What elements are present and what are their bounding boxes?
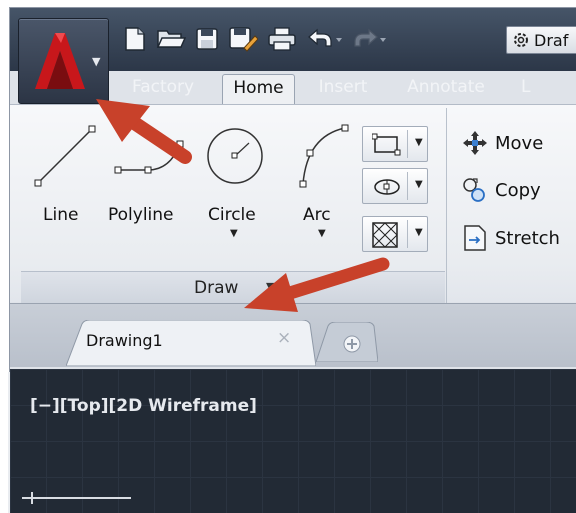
line-tool-label[interactable]: Line <box>43 205 78 225</box>
arc-icon[interactable] <box>293 122 353 192</box>
autocad-window: Draf Factory Home Insert Annotate L ▼ Li… <box>9 7 576 513</box>
tab-label: Annotate <box>407 77 485 97</box>
tab-home[interactable]: Home <box>222 74 295 104</box>
tab-label: L <box>521 77 531 97</box>
line-icon[interactable] <box>32 123 102 193</box>
circle-dropdown-icon[interactable]: ▼ <box>230 228 238 239</box>
copy-button[interactable]: Copy <box>461 175 541 205</box>
tab-insert[interactable]: Insert <box>295 74 391 104</box>
tab-label: Home <box>233 77 284 98</box>
move-icon <box>463 131 487 155</box>
stretch-button[interactable]: Stretch <box>461 223 560 253</box>
autocad-logo-icon <box>35 33 85 89</box>
workspace-label: Draf <box>534 30 569 50</box>
save-as-icon[interactable] <box>226 24 260 54</box>
move-button[interactable]: Move <box>461 128 543 158</box>
tab-label: Insert <box>318 77 368 97</box>
chevron-down-icon[interactable]: ▼ <box>415 137 423 148</box>
workspace-switcher[interactable]: Draf <box>506 26 576 54</box>
polyline-tool-label[interactable]: Polyline <box>108 205 174 225</box>
stretch-icon <box>464 225 486 251</box>
tab-annotate[interactable]: Annotate <box>391 74 501 104</box>
open-folder-icon[interactable] <box>154 24 188 54</box>
hatch-button[interactable]: ▼ <box>362 216 428 252</box>
new-tab-button[interactable] <box>316 322 378 362</box>
polyline-icon[interactable] <box>110 134 202 184</box>
copy-label: Copy <box>495 179 541 201</box>
file-tab-label[interactable]: Drawing1 <box>86 331 163 350</box>
ucs-x-axis <box>22 497 131 499</box>
chevron-down-icon[interactable]: ▼ <box>415 179 423 190</box>
plus-icon <box>343 335 361 353</box>
viewport-controls[interactable]: [−][Top][2D Wireframe] <box>30 396 257 416</box>
chevron-down-icon: ▼ <box>266 280 275 293</box>
tab-label: Factory <box>132 77 195 97</box>
tab-factory[interactable]: Factory <box>132 74 218 104</box>
arc-dropdown-icon[interactable]: ▼ <box>318 228 326 239</box>
arc-tool-label[interactable]: Arc <box>303 205 331 225</box>
stretch-label: Stretch <box>495 227 560 249</box>
new-file-icon[interactable] <box>120 24 150 54</box>
draw-panel-title-bar[interactable]: Draw ▼ <box>21 271 445 303</box>
panel-divider <box>446 108 447 303</box>
drawing-canvas[interactable] <box>10 369 576 513</box>
canvas-left-edge <box>8 372 10 513</box>
undo-icon[interactable] <box>304 24 344 54</box>
ucs-origin <box>31 492 33 504</box>
circle-icon[interactable] <box>202 125 272 187</box>
circle-tool-label[interactable]: Circle <box>208 205 256 225</box>
close-icon[interactable]: × <box>277 328 291 348</box>
save-icon[interactable] <box>192 24 222 54</box>
plot-printer-icon[interactable] <box>264 24 300 54</box>
ellipse-icon <box>374 179 400 195</box>
rectangle-button[interactable]: ▼ <box>362 126 428 162</box>
ellipse-button[interactable]: ▼ <box>362 168 428 204</box>
application-menu-button[interactable]: ▼ <box>18 18 109 104</box>
chevron-down-icon[interactable]: ▼ <box>415 227 423 238</box>
hatch-icon <box>372 222 398 248</box>
rectangle-icon <box>372 133 401 156</box>
chevron-down-icon: ▼ <box>92 55 101 68</box>
tab-layout[interactable]: L <box>501 74 541 104</box>
copy-icon <box>463 178 485 202</box>
draw-panel-title: Draw <box>194 278 239 298</box>
redo-icon[interactable] <box>348 24 388 54</box>
gear-icon <box>514 33 528 47</box>
move-label: Move <box>495 132 544 154</box>
ribbon-tab-bar: Factory Home Insert Annotate L <box>118 74 541 104</box>
